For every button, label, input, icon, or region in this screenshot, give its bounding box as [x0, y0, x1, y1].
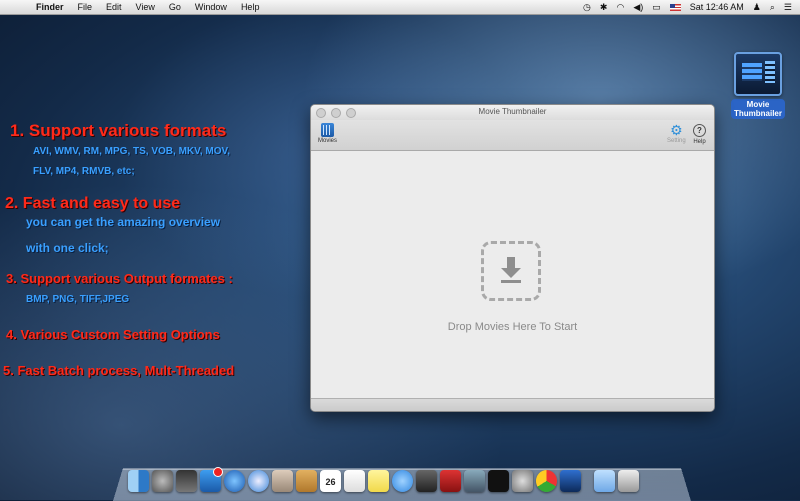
time-machine-icon[interactable]: ◷ — [583, 2, 591, 13]
window-statusbar — [311, 398, 714, 411]
window-titlebar[interactable]: Movie Thumbnailer — [311, 105, 714, 120]
trash-icon[interactable] — [618, 470, 639, 492]
launchpad-icon[interactable] — [152, 470, 173, 492]
menu-view[interactable]: View — [136, 2, 155, 12]
feature-2-line1: you can get the amazing overview — [26, 215, 221, 229]
feature-1-line2: FLV, MP4, RMVB, etc; — [33, 166, 135, 177]
menu-window[interactable]: Window — [195, 2, 227, 12]
notes-icon[interactable] — [368, 470, 389, 492]
feature-2-title: 2. Fast and easy to use — [5, 195, 181, 212]
dock-icons: 26 — [128, 467, 639, 492]
textedit-icon[interactable] — [344, 470, 365, 492]
itunes-icon[interactable] — [224, 470, 245, 492]
toolbar-setting-button[interactable]: ⚙ Setting — [667, 122, 686, 144]
volume-icon[interactable]: ◀) — [633, 2, 643, 13]
app-store-icon[interactable] — [200, 467, 223, 492]
desktop-icon-label-line1: Movie — [746, 100, 770, 109]
toolbar-movies-button[interactable]: Movies — [318, 122, 337, 144]
downloads-folder-icon[interactable] — [594, 470, 615, 492]
wifi-icon[interactable]: ◠ — [616, 2, 624, 13]
feature-4-title: 4. Various Custom Setting Options — [6, 327, 220, 342]
finder-icon[interactable] — [128, 470, 149, 492]
calendar-icon[interactable]: 26 — [320, 470, 341, 492]
menu-file[interactable]: File — [78, 2, 93, 12]
feature-2-line2: with one click; — [26, 241, 109, 255]
menu-app-finder[interactable]: Finder — [36, 2, 64, 12]
desktop-icon-movie-thumbnailer[interactable]: Movie Thumbnailer — [728, 52, 788, 121]
chrome-icon[interactable] — [536, 470, 557, 492]
toolbar-help-button[interactable]: ? Help — [693, 122, 706, 145]
movies-icon — [321, 123, 334, 137]
safari-icon[interactable] — [248, 470, 269, 492]
drop-target-box — [481, 241, 541, 301]
feature-5-title: 5. Fast Batch process, Mult-Threaded — [3, 363, 235, 378]
menu-bar: Finder File Edit View Go Window Help ◷ ✱… — [0, 0, 800, 15]
photo-booth-icon[interactable] — [440, 470, 461, 492]
window-toolbar: Movies ⚙ Setting ? Help — [311, 120, 714, 151]
drop-instruction-text: Drop Movies Here To Start — [447, 321, 578, 333]
input-source-flag-icon[interactable] — [669, 3, 681, 11]
preview-icon[interactable] — [272, 470, 293, 492]
iphoto-icon[interactable] — [464, 470, 485, 492]
ibooks-icon[interactable] — [296, 470, 317, 492]
window-title: Movie Thumbnailer — [478, 107, 547, 116]
movie-thumbnailer-icon[interactable] — [560, 470, 581, 492]
toolbar-help-label: Help — [693, 139, 706, 145]
system-preferences-icon[interactable] — [512, 470, 533, 492]
drop-zone[interactable]: Drop Movies Here To Start — [311, 151, 714, 399]
toolbar-movies-label: Movies — [318, 138, 338, 144]
help-icon: ? — [693, 124, 706, 137]
movie-thumbnailer-app-icon — [734, 52, 782, 96]
menu-clock[interactable]: Sat 12:46 AM — [690, 2, 744, 12]
menu-extras: ◷ ✱ ◠ ◀) ▭ Sat 12:46 AM ♟ ⌕ ☰ — [583, 0, 792, 14]
feature-3-title: 3. Support various Output formates : — [6, 271, 233, 286]
app-window: Movie Thumbnailer Movies ⚙ Setting ? Hel… — [310, 104, 715, 412]
battery-icon[interactable]: ▭ — [652, 2, 661, 13]
feature-1-title: 1. Support various formats — [10, 121, 227, 140]
desktop-icon-label: Movie Thumbnailer — [730, 99, 785, 119]
user-icon[interactable]: ♟ — [753, 2, 761, 13]
bluetooth-icon[interactable]: ✱ — [600, 2, 608, 13]
notification-center-icon[interactable]: ☰ — [784, 2, 792, 13]
terminal-icon[interactable] — [488, 470, 509, 492]
messages-icon[interactable] — [392, 470, 413, 492]
facetime-icon[interactable] — [416, 470, 437, 492]
calendar-day: 26 — [325, 477, 336, 487]
menu-edit[interactable]: Edit — [106, 2, 122, 12]
feature-1-line1: AVI, WMV, RM, MPG, TS, VOB, MKV, MOV, — [33, 146, 231, 157]
menu-go[interactable]: Go — [169, 2, 181, 12]
notification-badge — [213, 467, 223, 477]
toolbar-setting-label: Setting — [667, 138, 686, 144]
download-arrow-icon — [501, 257, 521, 283]
gear-icon: ⚙ — [670, 122, 683, 138]
feature-3-line1: BMP, PNG, TIFF,JPEG — [26, 294, 130, 305]
mission-control-icon[interactable] — [176, 470, 197, 492]
desktop-icon-label-line2: Thumbnailer — [733, 109, 782, 118]
menu-help[interactable]: Help — [241, 2, 260, 12]
spotlight-search-icon[interactable]: ⌕ — [770, 2, 775, 13]
